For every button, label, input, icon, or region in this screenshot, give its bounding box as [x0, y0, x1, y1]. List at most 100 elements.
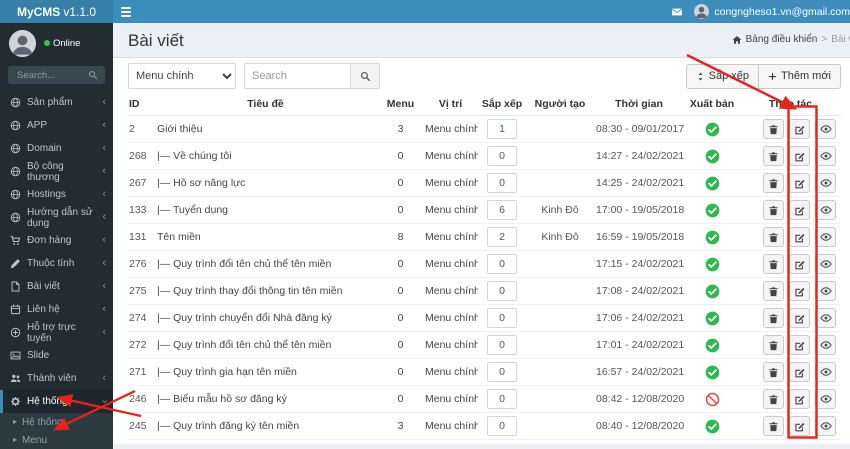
order-input[interactable]	[487, 254, 517, 274]
view-button[interactable]	[815, 227, 836, 247]
order-input[interactable]	[487, 335, 517, 355]
delete-button[interactable]	[763, 416, 784, 436]
sidebar-item-hostings[interactable]: Hostings ‹	[0, 183, 113, 206]
edit-button[interactable]	[789, 281, 810, 301]
view-button[interactable]	[815, 389, 836, 409]
order-input[interactable]	[487, 200, 517, 220]
sort-button[interactable]: Sắp xếp	[685, 63, 759, 89]
order-input[interactable]	[487, 416, 517, 436]
sidebar-item-huong-dan-su-dung[interactable]: Hướng dẫn sử dụng ‹	[0, 206, 113, 229]
published-check-icon[interactable]	[705, 419, 720, 434]
view-button[interactable]	[815, 146, 836, 166]
sidebar-item-thanh-vien[interactable]: Thành viên ‹	[0, 367, 113, 390]
delete-button[interactable]	[763, 227, 784, 247]
published-check-icon[interactable]	[705, 203, 720, 218]
published-check-icon[interactable]	[705, 365, 720, 380]
search-icon[interactable]	[88, 70, 98, 80]
sidebar-item-bai-viet[interactable]: Bài viết ‹	[0, 275, 113, 298]
delete-button[interactable]	[763, 119, 784, 139]
sidebar-search-input[interactable]	[15, 68, 88, 82]
sidebar-item-don-hang[interactable]: Đơn hàng ‹	[0, 229, 113, 252]
edit-button[interactable]	[789, 146, 810, 166]
unpublished-ban-icon[interactable]	[705, 392, 720, 407]
view-button[interactable]	[815, 308, 836, 328]
user-menu[interactable]: congngheso1.vn@gmail.com	[694, 4, 850, 19]
table-row: 274 |— Quy trình chuyển đổi Nhà đăng ký 0 M…	[128, 304, 841, 332]
order-input[interactable]	[487, 362, 517, 382]
delete-button[interactable]	[763, 362, 784, 382]
view-button[interactable]	[815, 119, 836, 139]
home-icon	[732, 35, 742, 45]
view-button[interactable]	[815, 416, 836, 436]
order-input[interactable]	[487, 227, 517, 247]
menu-filter-select[interactable]: Menu chính	[128, 63, 236, 89]
edit-button[interactable]	[789, 119, 810, 139]
delete-button[interactable]	[763, 389, 784, 409]
breadcrumb-home-link[interactable]: Bảng điều khiển	[746, 34, 818, 45]
table-search-input[interactable]	[244, 63, 350, 89]
delete-button[interactable]	[763, 173, 784, 193]
view-button[interactable]	[815, 281, 836, 301]
sidebar-subitem-menu[interactable]: ▸ Menu	[0, 431, 113, 449]
published-check-icon[interactable]	[705, 122, 720, 137]
add-label: Thêm mới	[781, 70, 831, 82]
search-icon	[360, 71, 371, 82]
view-button[interactable]	[815, 200, 836, 220]
edit-icon	[794, 259, 805, 270]
order-input[interactable]	[487, 389, 517, 409]
edit-button[interactable]	[789, 173, 810, 193]
edit-button[interactable]	[789, 362, 810, 382]
published-check-icon[interactable]	[705, 338, 720, 353]
order-input[interactable]	[487, 146, 517, 166]
order-input[interactable]	[487, 119, 517, 139]
sidebar-toggle-button[interactable]	[113, 0, 139, 23]
view-button[interactable]	[815, 335, 836, 355]
edit-button[interactable]	[789, 254, 810, 274]
published-check-icon[interactable]	[705, 311, 720, 326]
sidebar-item-slide[interactable]: Slide	[0, 344, 113, 367]
edit-button[interactable]	[789, 200, 810, 220]
view-button[interactable]	[815, 254, 836, 274]
order-input[interactable]	[487, 308, 517, 328]
messages-button[interactable]	[671, 6, 683, 18]
sidebar-item-lien-he[interactable]: Liên hệ ‹	[0, 298, 113, 321]
sidebar-item-app[interactable]: APP ‹	[0, 114, 113, 137]
edit-button[interactable]	[789, 335, 810, 355]
delete-button[interactable]	[763, 281, 784, 301]
creator-cell	[526, 331, 594, 359]
edit-button[interactable]	[789, 389, 810, 409]
published-check-icon[interactable]	[705, 257, 720, 272]
edit-button[interactable]	[789, 308, 810, 328]
view-button[interactable]	[815, 173, 836, 193]
published-check-icon[interactable]	[705, 149, 720, 164]
sidebar-subitem-he-thong[interactable]: ▸ Hệ thống	[0, 413, 113, 431]
delete-button[interactable]	[763, 335, 784, 355]
delete-button[interactable]	[763, 308, 784, 328]
table-row: 271 |— Quy trình gia hạn tên miền 0 Menu ch…	[128, 358, 841, 386]
delete-button[interactable]	[763, 254, 784, 274]
published-check-icon[interactable]	[705, 176, 720, 191]
edit-button[interactable]	[789, 227, 810, 247]
title-cell: |— Quy trình đổi tên chủ thể tên miền	[153, 331, 378, 359]
sidebar-item-bo-cong-thuong[interactable]: Bộ công thương ‹	[0, 160, 113, 183]
view-button[interactable]	[815, 362, 836, 382]
delete-button[interactable]	[763, 146, 784, 166]
published-check-icon[interactable]	[705, 284, 720, 299]
content-header: Bài viết Bảng điều khiển > Bài viết	[113, 23, 850, 57]
breadcrumb-current: Bài viết	[831, 34, 850, 45]
edit-button[interactable]	[789, 416, 810, 436]
status-cell	[684, 250, 740, 278]
sidebar-item-ho-tro-truc-tuyen[interactable]: Hỗ trợ trực tuyến ‹	[0, 321, 113, 344]
sidebar-item-domain[interactable]: Domain ‹	[0, 137, 113, 160]
sidebar-item-thuoc-tinh[interactable]: Thuộc tính ‹	[0, 252, 113, 275]
brand-logo[interactable]: MyCMS v1.1.0	[0, 0, 113, 23]
published-check-icon[interactable]	[705, 230, 720, 245]
add-new-button[interactable]: Thêm mới	[758, 63, 841, 89]
order-input[interactable]	[487, 281, 517, 301]
delete-button[interactable]	[763, 200, 784, 220]
id-cell: 272	[128, 331, 153, 359]
order-input[interactable]	[487, 173, 517, 193]
sidebar-item-san-pham[interactable]: Sản phẩm ‹	[0, 91, 113, 114]
search-button[interactable]	[350, 63, 380, 89]
sidebar-item-he-thong[interactable]: Hệ thống ›	[0, 390, 113, 413]
